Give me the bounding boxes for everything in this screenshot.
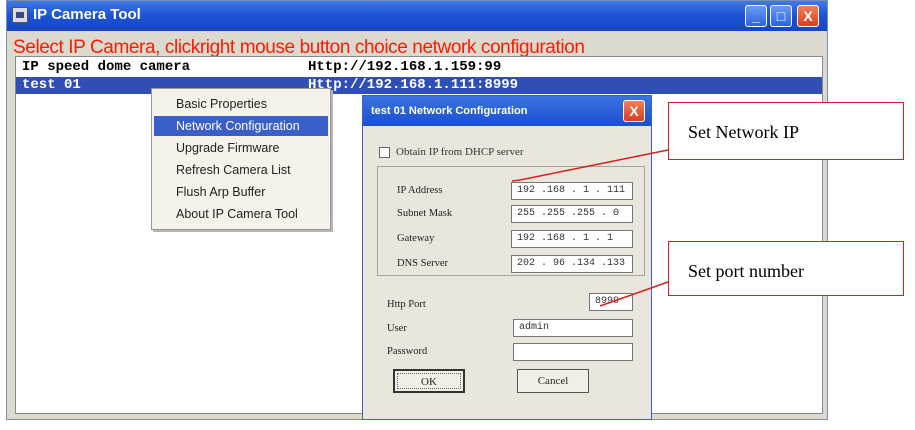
callout-text: Set Network IP bbox=[688, 122, 799, 142]
dialog-title: test 01 Network Configuration bbox=[371, 105, 528, 117]
network-config-dialog: test 01 Network Configuration X Obtain I… bbox=[362, 95, 652, 420]
window-title: IP Camera Tool bbox=[33, 6, 141, 23]
dhcp-label: Obtain IP from DHCP server bbox=[396, 146, 524, 158]
menu-item-about[interactable]: About IP Camera Tool bbox=[154, 204, 328, 224]
password-field[interactable] bbox=[513, 343, 633, 361]
dhcp-checkbox[interactable] bbox=[379, 146, 390, 158]
dns-server-field[interactable]: 202 . 96 .134 .133 bbox=[511, 255, 633, 273]
user-label: User bbox=[387, 323, 407, 334]
app-icon bbox=[12, 7, 28, 23]
minimize-button[interactable]: _ bbox=[745, 5, 767, 27]
dhcp-option[interactable]: Obtain IP from DHCP server bbox=[379, 146, 524, 158]
gateway-field[interactable]: 192 .168 . 1 . 1 bbox=[511, 230, 633, 248]
ok-button[interactable]: OK bbox=[393, 369, 465, 393]
http-port-field[interactable]: 8999 bbox=[589, 293, 633, 311]
camera-url: Http://192.168.1.159:99 bbox=[308, 59, 502, 75]
user-field[interactable]: admin bbox=[513, 319, 633, 337]
camera-url: Http://192.168.1.111:8999 bbox=[308, 77, 519, 93]
subnet-mask-field[interactable]: 255 .255 .255 . 0 bbox=[511, 205, 633, 223]
ip-address-field[interactable]: 192 .168 . 1 . 111 bbox=[511, 182, 633, 200]
camera-row-selected[interactable]: test 01 Http://192.168.1.111:8999 bbox=[16, 77, 822, 94]
menu-item-flush-arp-buffer[interactable]: Flush Arp Buffer bbox=[154, 182, 328, 202]
dialog-close-button[interactable]: X bbox=[623, 100, 645, 122]
http-port-label: Http Port bbox=[387, 299, 426, 310]
ip-address-label: IP Address bbox=[397, 185, 443, 196]
menu-item-basic-properties[interactable]: Basic Properties bbox=[154, 94, 328, 114]
close-button[interactable]: X bbox=[797, 5, 819, 27]
subnet-mask-label: Subnet Mask bbox=[397, 208, 453, 219]
context-menu: Basic Properties Network Configuration U… bbox=[151, 88, 331, 230]
gateway-label: Gateway bbox=[397, 233, 435, 244]
dns-server-label: DNS Server bbox=[397, 258, 449, 269]
password-label: Password bbox=[387, 346, 428, 357]
callout-text: Set port number bbox=[688, 261, 804, 281]
callout-set-network-ip: Set Network IP bbox=[668, 102, 904, 160]
cancel-button[interactable]: Cancel bbox=[517, 369, 589, 393]
title-bar[interactable]: IP Camera Tool _ □ X bbox=[7, 1, 827, 31]
menu-item-refresh-camera-list[interactable]: Refresh Camera List bbox=[154, 160, 328, 180]
menu-item-network-configuration[interactable]: Network Configuration bbox=[154, 116, 328, 136]
maximize-button[interactable]: □ bbox=[770, 5, 792, 27]
camera-name: test 01 bbox=[22, 77, 81, 93]
dialog-title-bar[interactable]: test 01 Network Configuration X bbox=[363, 96, 651, 126]
menu-item-upgrade-firmware[interactable]: Upgrade Firmware bbox=[154, 138, 328, 158]
camera-row[interactable]: IP speed dome camera Http://192.168.1.15… bbox=[16, 59, 822, 76]
camera-name: IP speed dome camera bbox=[22, 59, 191, 75]
callout-set-port-number: Set port number bbox=[668, 241, 904, 296]
